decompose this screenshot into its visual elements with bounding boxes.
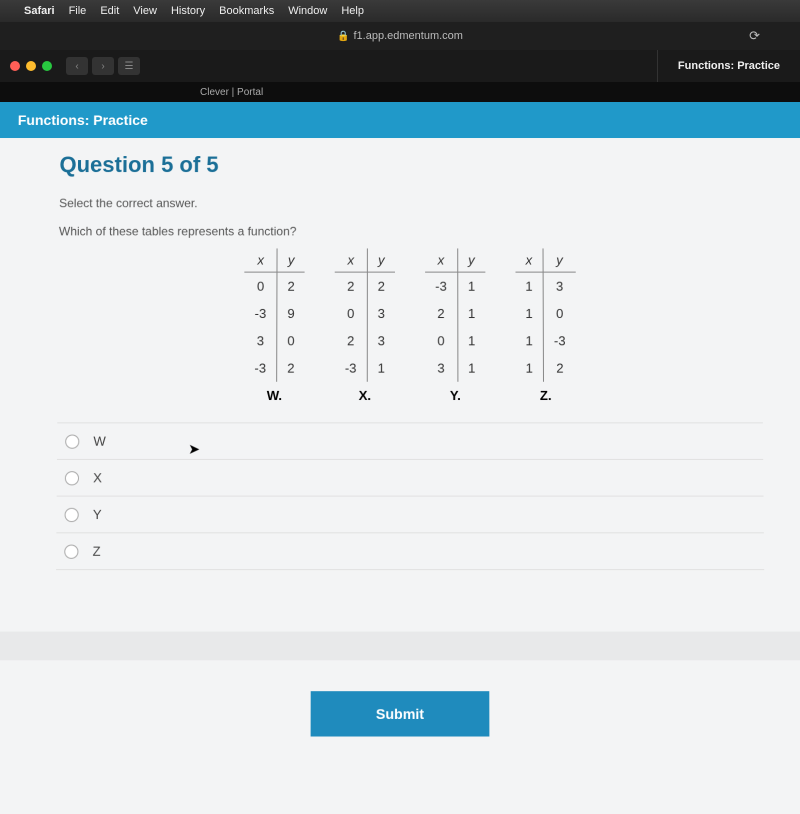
maximize-window-icon[interactable] xyxy=(42,61,52,71)
table-cell: 1 xyxy=(515,272,543,300)
table-cell: -3 xyxy=(245,300,277,327)
menu-edit[interactable]: Edit xyxy=(100,5,119,17)
tables-container: xy02-3930-32W.xy220323-31X.xy-31210131Y.… xyxy=(57,248,762,403)
forward-button[interactable]: › xyxy=(92,57,114,75)
table-cell: 0 xyxy=(277,327,305,354)
table-header: x xyxy=(425,248,457,272)
table-cell: 3 xyxy=(367,300,395,327)
browser-tab[interactable]: Functions: Practice xyxy=(657,50,800,82)
table-w: xy02-3930-32W. xyxy=(244,248,305,403)
table-x: xy220323-31X. xyxy=(335,248,395,403)
option-label: W xyxy=(93,434,105,449)
table-cell: 1 xyxy=(515,327,543,354)
instruction-text: Select the correct answer. xyxy=(59,196,761,210)
table-header: y xyxy=(457,248,485,272)
lock-icon: 🔒 xyxy=(337,31,349,42)
table-cell: 2 xyxy=(367,272,395,300)
question-title: Question 5 of 5 xyxy=(59,152,760,178)
table-header: x xyxy=(245,248,277,272)
radio-icon[interactable] xyxy=(65,434,79,448)
radio-icon[interactable] xyxy=(65,471,79,485)
browser-toolbar: ‹ › ☰ Functions: Practice xyxy=(0,50,800,82)
table-header: y xyxy=(543,248,575,272)
menu-help[interactable]: Help xyxy=(341,5,364,17)
radio-icon[interactable] xyxy=(64,544,78,558)
question-text: Which of these tables represents a funct… xyxy=(59,224,761,238)
table-cell: 2 xyxy=(543,354,575,381)
url-text: f1.app.edmentum.com xyxy=(354,30,463,42)
table-z: xy13101-312Z. xyxy=(515,248,576,403)
table-cell: 2 xyxy=(277,272,305,300)
menu-history[interactable]: History xyxy=(171,5,205,17)
option-w[interactable]: W xyxy=(57,422,763,460)
background-tab[interactable]: Clever | Portal xyxy=(0,82,800,102)
table-cell: 2 xyxy=(277,354,305,381)
table-header: x xyxy=(335,248,367,272)
table-cell: 1 xyxy=(457,327,485,354)
table-header: x xyxy=(515,248,543,272)
close-window-icon[interactable] xyxy=(10,61,20,71)
table-cell: 0 xyxy=(543,300,575,327)
menu-bookmarks[interactable]: Bookmarks xyxy=(219,5,274,17)
address-bar[interactable]: 🔒 f1.app.edmentum.com ⟳ xyxy=(0,22,800,50)
table-cell: 1 xyxy=(516,354,544,381)
option-label: X xyxy=(93,470,102,485)
table-y: xy-31210131Y. xyxy=(425,248,485,403)
table-cell: 1 xyxy=(515,300,543,327)
table-cell: 0 xyxy=(335,300,367,327)
table-header: y xyxy=(277,248,305,272)
submit-button[interactable]: Submit xyxy=(311,691,489,736)
table-cell: 0 xyxy=(425,327,457,354)
table-cell: 1 xyxy=(457,354,485,381)
table-cell: 9 xyxy=(277,300,305,327)
table-label: W. xyxy=(244,388,304,403)
option-x[interactable]: X xyxy=(57,459,764,497)
table-cell: 2 xyxy=(425,300,457,327)
table-label: Y. xyxy=(425,388,485,403)
table-cell: 1 xyxy=(457,300,485,327)
table-cell: -3 xyxy=(425,272,457,300)
table-cell: 2 xyxy=(335,327,367,354)
table-cell: -3 xyxy=(543,327,575,354)
sidebar-button[interactable]: ☰ xyxy=(118,57,140,75)
table-cell: -3 xyxy=(335,354,367,381)
mac-menubar: Safari File Edit View History Bookmarks … xyxy=(0,0,800,22)
radio-icon[interactable] xyxy=(65,507,79,521)
table-header: y xyxy=(367,248,395,272)
option-label: Y xyxy=(93,507,102,522)
table-cell: 3 xyxy=(425,354,457,381)
option-y[interactable]: Y xyxy=(56,496,764,534)
table-cell: 1 xyxy=(367,354,395,381)
menu-file[interactable]: File xyxy=(69,5,87,17)
menu-window[interactable]: Window xyxy=(288,5,327,17)
table-cell: 3 xyxy=(543,272,575,300)
menu-safari[interactable]: Safari xyxy=(24,5,55,17)
option-z[interactable]: Z xyxy=(56,532,764,570)
menu-view[interactable]: View xyxy=(133,5,157,17)
footer-bar xyxy=(0,632,800,661)
table-label: Z. xyxy=(516,388,576,403)
table-cell: 3 xyxy=(244,327,276,354)
back-button[interactable]: ‹ xyxy=(66,57,88,75)
answer-options: W X Y Z xyxy=(56,422,764,570)
page-title-bar: Functions: Practice xyxy=(0,102,800,138)
option-label: Z xyxy=(93,544,101,559)
table-cell: 2 xyxy=(335,272,367,300)
table-cell: -3 xyxy=(244,354,276,381)
table-cell: 3 xyxy=(367,327,395,354)
table-cell: 0 xyxy=(245,272,277,300)
refresh-icon[interactable]: ⟳ xyxy=(749,28,760,44)
minimize-window-icon[interactable] xyxy=(26,61,36,71)
table-cell: 1 xyxy=(457,272,485,300)
table-label: X. xyxy=(335,388,395,403)
